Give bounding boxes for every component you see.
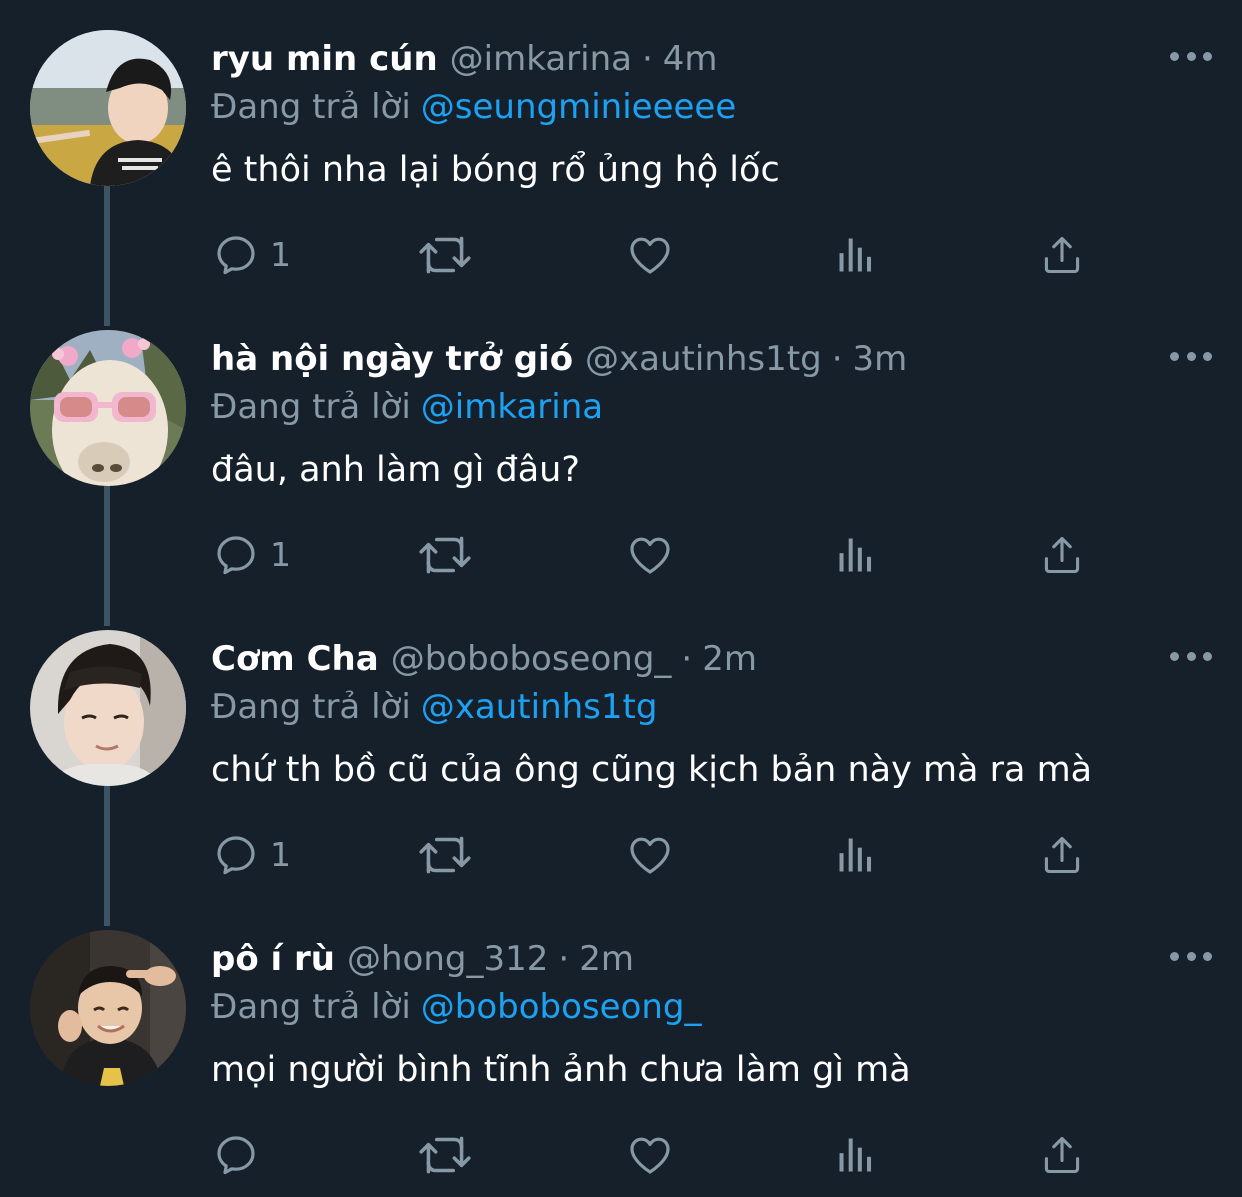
- user-handle[interactable]: @xautinhs1tg: [585, 336, 822, 382]
- display-name[interactable]: hà nội ngày trở gió: [211, 336, 573, 382]
- avatar[interactable]: [30, 630, 186, 786]
- analytics-icon: [839, 838, 872, 872]
- separator-dot: ·: [681, 639, 693, 679]
- tweet[interactable]: hà nội ngày trở gió @xautinhs1tg · 3m Đa…: [0, 300, 1242, 600]
- tweet-actions: [212, 1128, 1112, 1182]
- reply-count: 1: [270, 535, 291, 574]
- reply-icon: [217, 536, 255, 575]
- more-icon[interactable]: [1170, 944, 1212, 968]
- analytics-button[interactable]: [834, 528, 878, 582]
- like-icon: [630, 837, 670, 874]
- tweet-actions: 1: [212, 228, 1112, 282]
- tweet-text: mọi người bình tĩnh ảnh chưa làm gì mà: [211, 1050, 911, 1090]
- replying-to: Đang trả lời @xautinhs1tg: [211, 684, 657, 730]
- avatar[interactable]: [30, 330, 186, 486]
- tweet-text: ê thôi nha lại bóng rổ ủng hộ lốc: [211, 150, 780, 190]
- replying-to-label: Đang trả lời: [211, 987, 411, 1027]
- conversation-thread: ryu min cún @imkarina · 4m Đang trả lời @…: [0, 0, 1242, 1197]
- tweet[interactable]: ryu min cún @imkarina · 4m Đang trả lời @…: [0, 0, 1242, 300]
- separator-dot: ·: [558, 939, 570, 979]
- reply-button[interactable]: 1: [212, 228, 291, 282]
- like-icon: [630, 237, 670, 274]
- share-icon: [1044, 236, 1080, 274]
- tweet-actions: 1: [212, 828, 1112, 882]
- retweet-button[interactable]: [416, 228, 474, 282]
- analytics-button[interactable]: [834, 228, 878, 282]
- share-button[interactable]: [1040, 828, 1084, 882]
- more-icon[interactable]: [1170, 44, 1212, 68]
- replying-to-label: Đang trả lời: [211, 687, 411, 727]
- reply-button[interactable]: 1: [212, 528, 291, 582]
- user-handle[interactable]: @boboboseong_: [391, 636, 672, 682]
- analytics-icon: [839, 238, 872, 272]
- separator-dot: ·: [641, 39, 653, 79]
- like-button[interactable]: [626, 228, 674, 282]
- like-icon: [630, 537, 670, 574]
- reply-icon: [217, 1136, 255, 1175]
- timestamp[interactable]: 2m: [579, 936, 634, 982]
- replying-to: Đang trả lời @seungminieeeee: [211, 84, 736, 130]
- user-handle[interactable]: @hong_312: [347, 936, 548, 982]
- retweet-button[interactable]: [416, 1128, 474, 1182]
- replying-to-label: Đang trả lời: [211, 387, 411, 427]
- share-icon: [1044, 1136, 1080, 1174]
- like-button[interactable]: [626, 1128, 674, 1182]
- user-handle[interactable]: @imkarina: [450, 36, 632, 82]
- tweet[interactable]: Cơm Cha @boboboseong_ · 2m Đang trả lời @…: [0, 600, 1242, 900]
- analytics-icon: [839, 1138, 872, 1172]
- mention-link[interactable]: @seungminieeeee: [421, 87, 736, 127]
- tweet-actions: 1: [212, 528, 1112, 582]
- display-name[interactable]: pô í rù: [211, 936, 335, 982]
- retweet-button[interactable]: [416, 828, 474, 882]
- share-button[interactable]: [1040, 228, 1084, 282]
- reply-button[interactable]: [212, 1128, 270, 1182]
- share-icon: [1044, 536, 1080, 574]
- mention-link[interactable]: @boboboseong_: [421, 987, 702, 1027]
- analytics-icon: [839, 538, 872, 572]
- mention-link[interactable]: @xautinhs1tg: [421, 687, 658, 727]
- tweet[interactable]: pô í rù @hong_312 · 2m Đang trả lời @bobo…: [0, 900, 1242, 1197]
- display-name[interactable]: ryu min cún: [211, 36, 438, 82]
- more-icon[interactable]: [1170, 344, 1212, 368]
- retweet-icon: [419, 836, 471, 874]
- like-icon: [630, 1137, 670, 1174]
- mention-link[interactable]: @imkarina: [421, 387, 603, 427]
- replying-to: Đang trả lời @imkarina: [211, 384, 603, 430]
- replying-to-label: Đang trả lời: [211, 87, 411, 127]
- reply-count: 1: [270, 235, 291, 274]
- like-button[interactable]: [626, 828, 674, 882]
- avatar[interactable]: [30, 930, 186, 1086]
- tweet-text: đâu, anh làm gì đâu?: [211, 450, 580, 490]
- tweet-text: chứ th bồ cũ của ông cũng kịch bản này m…: [211, 750, 1093, 790]
- timestamp[interactable]: 3m: [853, 336, 908, 382]
- avatar[interactable]: [30, 30, 186, 186]
- timestamp[interactable]: 4m: [663, 36, 718, 82]
- reply-icon: [217, 836, 255, 875]
- more-icon[interactable]: [1170, 644, 1212, 668]
- share-icon: [1044, 836, 1080, 874]
- reply-count: 1: [270, 835, 291, 874]
- analytics-button[interactable]: [834, 828, 878, 882]
- retweet-icon: [419, 236, 471, 274]
- share-button[interactable]: [1040, 528, 1084, 582]
- reply-icon: [217, 236, 255, 275]
- reply-button[interactable]: 1: [212, 828, 291, 882]
- display-name[interactable]: Cơm Cha: [211, 636, 379, 682]
- separator-dot: ·: [831, 339, 843, 379]
- retweet-icon: [419, 536, 471, 574]
- replying-to: Đang trả lời @boboboseong_: [211, 984, 702, 1030]
- retweet-button[interactable]: [416, 528, 474, 582]
- retweet-icon: [419, 1136, 471, 1174]
- like-button[interactable]: [626, 528, 674, 582]
- timestamp[interactable]: 2m: [702, 636, 757, 682]
- share-button[interactable]: [1040, 1128, 1084, 1182]
- analytics-button[interactable]: [834, 1128, 878, 1182]
